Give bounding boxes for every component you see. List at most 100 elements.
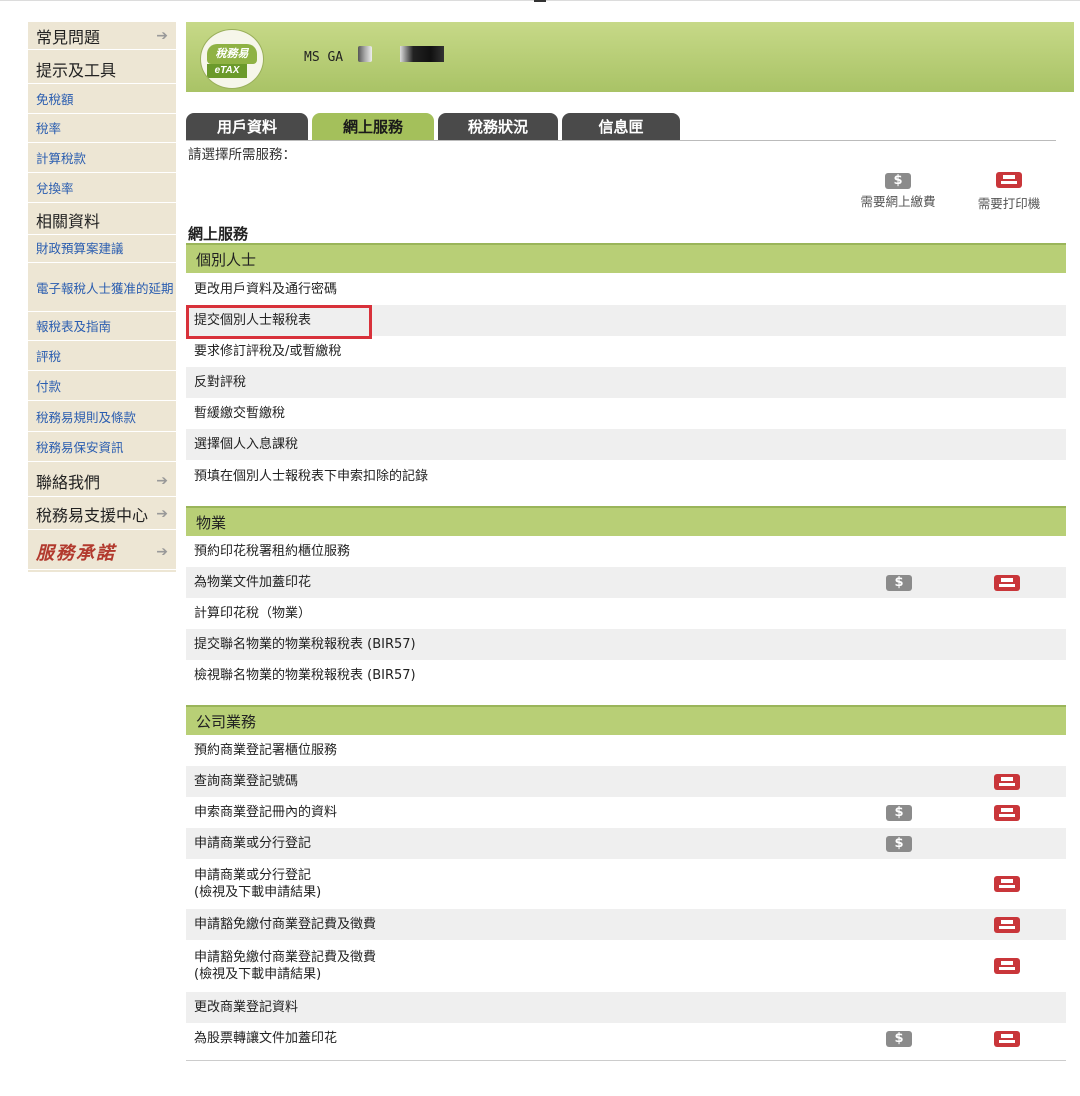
sidebar-item-0[interactable]: 常見問題 ➔ xyxy=(28,22,176,50)
sidebar-item-label: 計算稅款 xyxy=(36,151,87,166)
service-row[interactable]: 申請商業或分行登記 (檢視及下載申請結果) xyxy=(186,859,1066,909)
sidebar-item-label: 免稅額 xyxy=(36,92,74,107)
service-row[interactable]: 申請商業或分行登記 $ xyxy=(186,828,1066,859)
service-row[interactable]: 預約商業登記署櫃位服務 xyxy=(186,735,1066,766)
service-link[interactable]: 為股票轉讓文件加蓋印花 xyxy=(194,1030,337,1047)
dollar-icon: $ xyxy=(886,804,912,821)
sidebar-item-7[interactable]: 財政預算案建議 xyxy=(28,235,176,263)
service-link[interactable]: 計算印花稅（物業） xyxy=(194,605,311,622)
group-header: 物業 xyxy=(186,506,1066,536)
service-link[interactable]: 更改商業登記資料 xyxy=(194,999,298,1016)
service-link[interactable]: 檢視聯名物業的物業稅報稅表 (BIR57) xyxy=(194,667,416,684)
service-row[interactable]: 查詢商業登記號碼 xyxy=(186,766,1066,797)
dollar-icon: $ xyxy=(885,173,911,189)
tab-2[interactable]: 稅務狀況 xyxy=(438,113,558,141)
sidebar-item-2[interactable]: 免稅額 xyxy=(28,86,176,114)
service-row[interactable]: 選擇個人入息課稅 xyxy=(186,429,1066,460)
service-link[interactable]: 預約印花稅署租約櫃位服務 xyxy=(194,543,350,560)
service-link[interactable]: 預填在個別人士報稅表下申索扣除的記錄 xyxy=(194,468,428,485)
tab-underline xyxy=(186,140,1056,141)
service-row[interactable]: 檢視聯名物業的物業稅報稅表 (BIR57) xyxy=(186,660,1066,691)
tab-0[interactable]: 用戶資料 xyxy=(186,113,308,141)
service-row[interactable]: 申請豁免繳付商業登記費及徵費 xyxy=(186,909,1066,940)
tab-1[interactable]: 網上服務 xyxy=(312,113,434,141)
service-link[interactable]: 查詢商業登記號碼 xyxy=(194,773,298,790)
header-banner: 稅務易 eTAX MS GA xyxy=(186,22,1074,92)
top-marker xyxy=(534,0,546,2)
sidebar-item-label: 電子報稅人士獲准的延期 xyxy=(36,281,174,296)
service-link[interactable]: 申請商業或分行登記 (檢視及下載申請結果) xyxy=(194,867,321,901)
service-row[interactable]: 為物業文件加蓋印花 $ xyxy=(186,567,1066,598)
service-row[interactable]: 反對評稅 xyxy=(186,367,1066,398)
legend-print-label: 需要打印機 xyxy=(977,196,1041,211)
sidebar-item-6[interactable]: 相關資料 xyxy=(28,205,176,235)
sidebar-item-label: 財政預算案建議 xyxy=(36,241,124,256)
sidebar-item-8[interactable]: 電子報稅人士獲准的延期 xyxy=(28,266,176,312)
sidebar-item-5[interactable]: 兌換率 xyxy=(28,175,176,203)
sidebar-item-10[interactable]: 評稅 xyxy=(28,343,176,371)
service-link[interactable]: 預約商業登記署櫃位服務 xyxy=(194,742,337,759)
service-link[interactable]: 反對評稅 xyxy=(194,374,246,391)
service-link[interactable]: 更改用戶資料及通行密碼 xyxy=(194,281,337,298)
service-link[interactable]: 申請豁免繳付商業登記費及徵費 xyxy=(194,916,376,933)
service-link[interactable]: 提交聯名物業的物業稅報稅表 (BIR57) xyxy=(194,636,416,653)
sidebar-item-label: 兌換率 xyxy=(36,181,74,196)
sidebar-item-16[interactable]: 服務承諾 ➔ xyxy=(28,534,176,570)
sidebar-item-label: 稅務易規則及條款 xyxy=(36,410,137,425)
sidebar-item-label: 稅率 xyxy=(36,121,62,136)
sidebar-item-label: 評稅 xyxy=(36,349,62,364)
sidebar-item-15[interactable]: 稅務易支援中心 ➔ xyxy=(28,498,176,530)
sidebar-item-13[interactable]: 稅務易保安資訊 xyxy=(28,434,176,462)
service-row[interactable]: 為股票轉讓文件加蓋印花 $ xyxy=(186,1023,1066,1054)
sidebar-item-label: 相關資料 xyxy=(36,211,101,231)
service-row[interactable]: 計算印花稅（物業） xyxy=(186,598,1066,629)
service-link[interactable]: 要求修訂評稅及/或暫繳稅 xyxy=(194,343,341,360)
service-row[interactable]: 暫緩繳交暫繳稅 xyxy=(186,398,1066,429)
legend-pay: $ 需要網上繳費 xyxy=(850,172,946,210)
service-row[interactable]: 申索商業登記冊內的資料 $ xyxy=(186,797,1066,828)
group-header: 個別人士 xyxy=(186,243,1066,273)
sidebar-item-1[interactable]: 提示及工具 xyxy=(28,54,176,84)
service-link[interactable]: 選擇個人入息課稅 xyxy=(194,436,298,453)
arrow-right-icon: ➔ xyxy=(156,505,168,522)
service-row[interactable]: 預填在個別人士報稅表下申索扣除的記錄 xyxy=(186,460,1066,492)
service-link[interactable]: 申索商業登記冊內的資料 xyxy=(194,804,337,821)
service-row[interactable]: 提交聯名物業的物業稅報稅表 (BIR57) xyxy=(186,629,1066,660)
legend-pay-label: 需要網上繳費 xyxy=(860,194,936,209)
service-link[interactable]: 申請商業或分行登記 xyxy=(194,835,311,852)
etax-logo-en: eTAX xyxy=(207,64,247,78)
dollar-icon: $ xyxy=(886,574,912,591)
printer-icon xyxy=(996,172,1022,188)
sidebar-item-label: 稅務易保安資訊 xyxy=(36,440,124,455)
etax-logo-cn: 稅務易 xyxy=(207,44,257,64)
sidebar: 常見問題 ➔ 提示及工具免稅額稅率計算稅款兌換率相關資料財政預算案建議電子報稅人士獲… xyxy=(28,22,176,572)
sidebar-item-11[interactable]: 付款 xyxy=(28,373,176,401)
select-service-prompt: 請選擇所需服務： xyxy=(188,147,296,163)
service-row[interactable]: 要求修訂評稅及/或暫繳稅 xyxy=(186,336,1066,367)
arrow-right-icon: ➔ xyxy=(156,27,168,44)
sidebar-item-4[interactable]: 計算稅款 xyxy=(28,145,176,173)
printer-icon xyxy=(994,916,1020,933)
dollar-icon: $ xyxy=(886,1030,912,1047)
service-link[interactable]: 申請豁免繳付商業登記費及徵費 (檢視及下載申請結果) xyxy=(194,949,376,983)
dollar-icon: $ xyxy=(886,835,912,852)
tab-3[interactable]: 信息匣 xyxy=(562,113,680,141)
etax-logo[interactable]: 稅務易 eTAX xyxy=(200,29,264,89)
group-header: 公司業務 xyxy=(186,705,1066,735)
service-link[interactable]: 為物業文件加蓋印花 xyxy=(194,574,311,591)
service-row[interactable]: 預約印花稅署租約櫃位服務 xyxy=(186,536,1066,567)
redaction-mark xyxy=(400,46,444,62)
highlight-box xyxy=(186,305,372,339)
service-row[interactable]: 更改用戶資料及通行密碼 xyxy=(186,273,1066,305)
sidebar-item-14[interactable]: 聯絡我們 ➔ xyxy=(28,465,176,497)
service-link[interactable]: 暫緩繳交暫繳稅 xyxy=(194,405,285,422)
printer-icon xyxy=(994,958,1020,974)
service-row[interactable]: 申請豁免繳付商業登記費及徵費 (檢視及下載申請結果) xyxy=(186,940,1066,992)
sidebar-item-label: 提示及工具 xyxy=(36,60,117,80)
sidebar-item-9[interactable]: 報稅表及指南 xyxy=(28,313,176,341)
sidebar-item-3[interactable]: 稅率 xyxy=(28,115,176,143)
arrow-right-icon: ➔ xyxy=(156,543,168,560)
sidebar-item-label: 聯絡我們 xyxy=(36,472,101,492)
sidebar-item-12[interactable]: 稅務易規則及條款 xyxy=(28,404,176,432)
service-row[interactable]: 更改商業登記資料 xyxy=(186,992,1066,1023)
